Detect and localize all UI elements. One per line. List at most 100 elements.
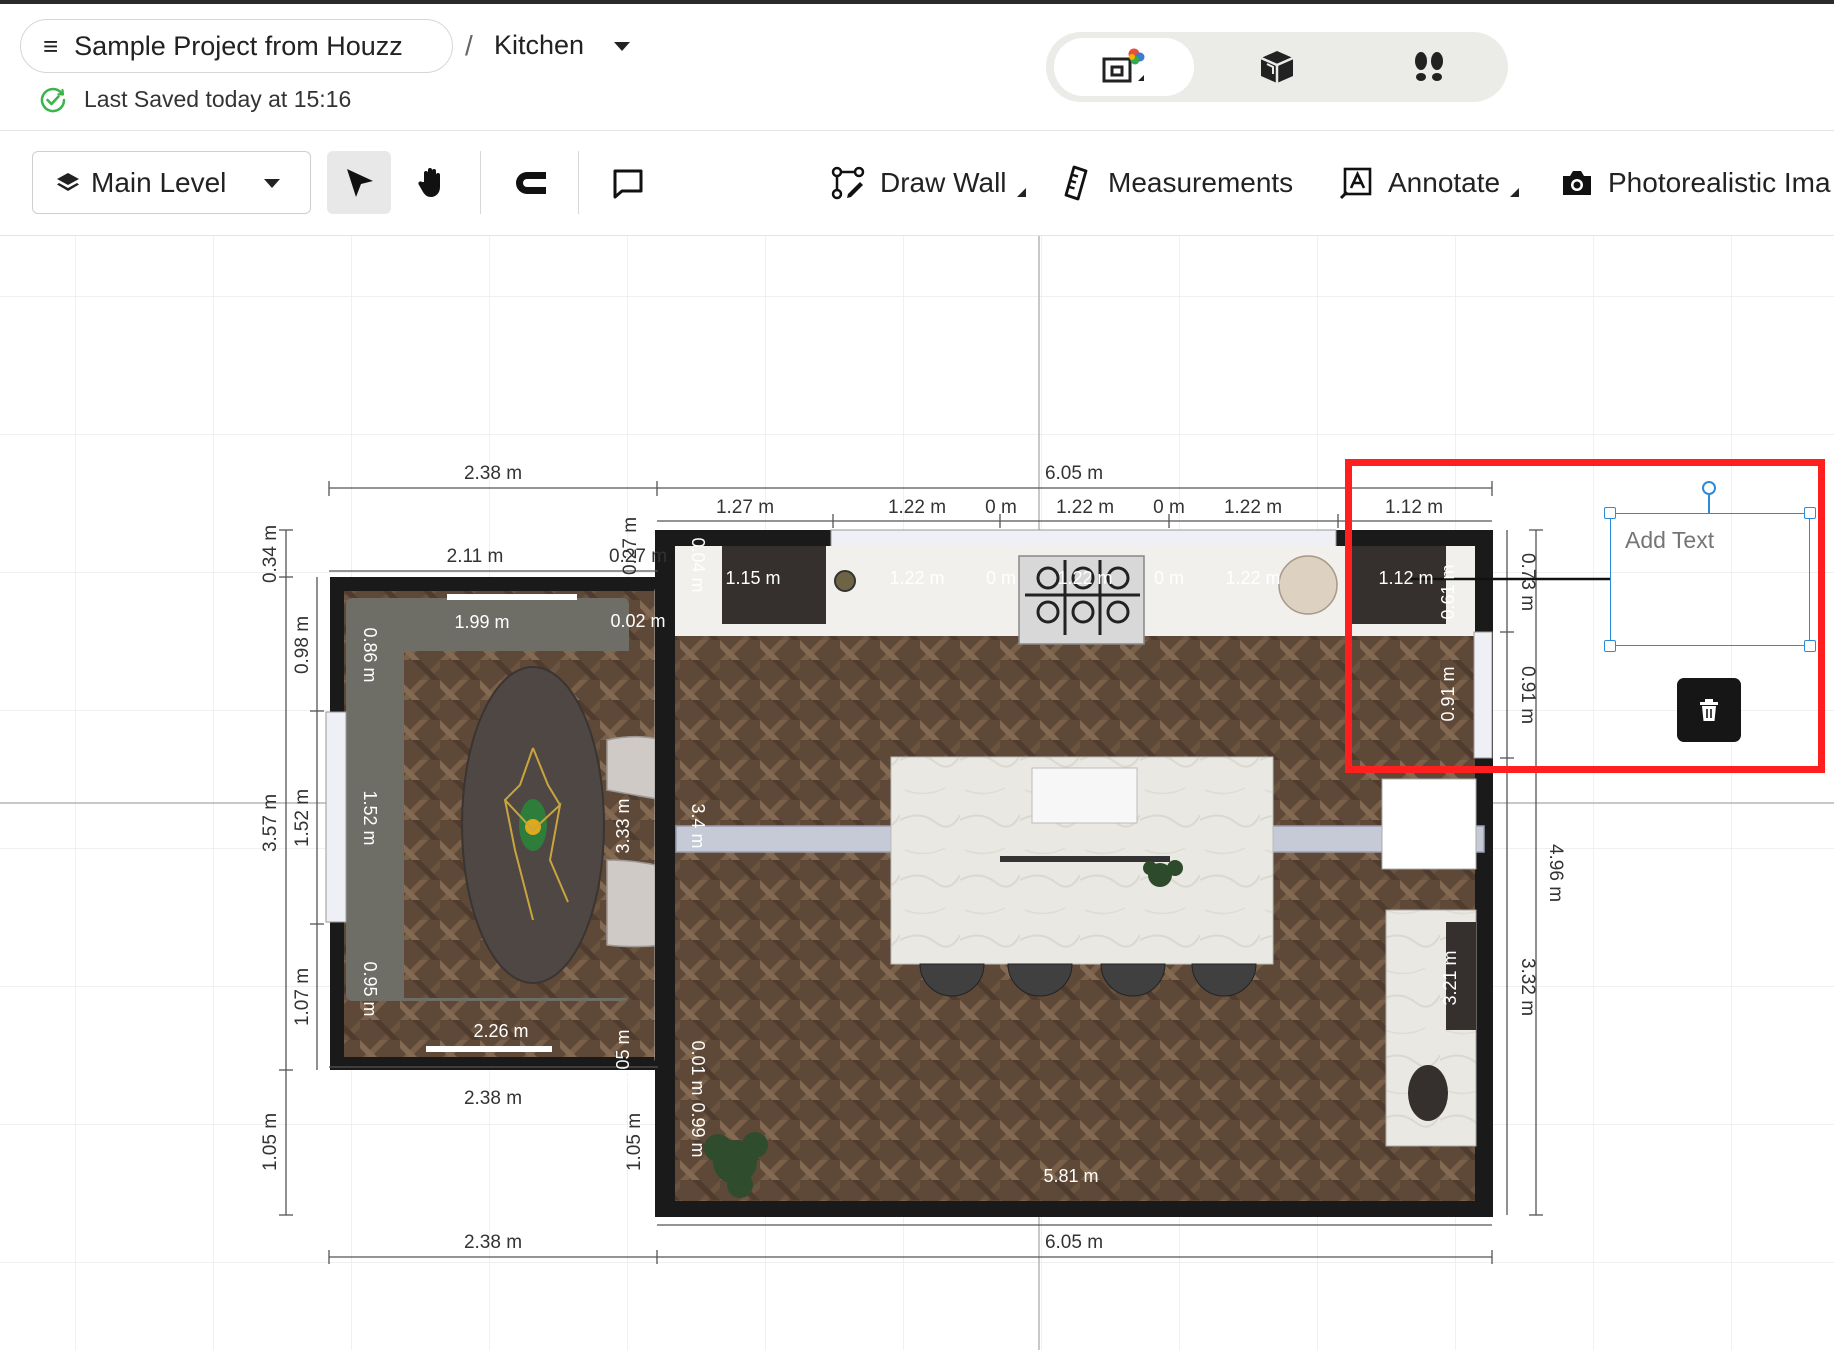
rotation-stem <box>1708 495 1710 513</box>
dimension-label: 0.86 m <box>360 627 380 682</box>
level-selector[interactable]: Main Level <box>32 151 311 214</box>
dimension-label: 1.07 m <box>292 968 313 1026</box>
toolbar-separator <box>578 151 579 214</box>
dimension-label: 3.32 m <box>1517 958 1538 1016</box>
annotate-button[interactable]: Annotate <box>1338 160 1520 206</box>
trash-icon <box>1700 699 1718 721</box>
annotate-text-icon <box>1339 167 1372 200</box>
view-2d-button[interactable] <box>1054 38 1194 96</box>
save-status-text: Last Saved today at 15:16 <box>84 86 352 112</box>
draw-wall-button[interactable]: Draw Wall <box>830 160 1026 206</box>
dimension-label: 2.38 m <box>464 463 522 484</box>
dimension-label: 2.38 m <box>464 1088 522 1109</box>
dimension-label: 0.27 m <box>620 517 641 575</box>
draw-wall-label: Draw Wall <box>880 167 1007 198</box>
dimension-label: 0 m <box>986 568 1016 588</box>
project-name: Sample Project from Houzz <box>74 30 403 61</box>
resize-handle-top-right[interactable] <box>1804 507 1816 519</box>
dimension-label: 1.22 m <box>888 497 946 518</box>
breadcrumb-separator: / <box>465 30 473 61</box>
window-top-edge <box>0 0 1834 4</box>
photorealistic-image-button[interactable]: Photorealistic Ima <box>1560 160 1831 206</box>
save-status: Last Saved today at 15:16 <box>40 86 351 113</box>
floor-plan-canvas[interactable]: 2.38 m 6.05 m 1.27 m 1.22 m 0 m 1.22 m 0… <box>0 236 1834 1350</box>
dimension-label: 1.52 m <box>292 789 313 847</box>
measurements-label: Measurements <box>1108 167 1294 198</box>
dimension-label: 2.38 m <box>464 1232 522 1253</box>
annotate-dropdown-icon <box>1510 187 1520 197</box>
dimension-label: 3.21 m <box>1440 950 1460 1005</box>
dimension-label: 1.22 m <box>889 568 944 588</box>
view-mode-switcher <box>1046 32 1508 102</box>
annotate-label: Annotate <box>1388 167 1501 198</box>
dimension-label: 3.57 m <box>260 794 281 852</box>
hand-icon <box>418 167 440 197</box>
dimension-label: 4.96 m <box>1545 844 1566 902</box>
comment-button[interactable] <box>596 151 660 214</box>
dimension-label: 1.15 m <box>725 568 780 588</box>
dimension-label: 0.02 m <box>610 611 665 631</box>
hamburger-menu-icon: ≡ <box>43 31 59 61</box>
pan-tool-button[interactable] <box>400 151 464 214</box>
camera-icon <box>1563 171 1591 195</box>
comment-bubble-icon <box>613 169 643 198</box>
header-divider <box>0 130 1834 131</box>
dimension-label: 6.05 m <box>1045 463 1103 484</box>
dimension-label: 3.33 m <box>613 798 633 853</box>
resize-handle-bottom-left[interactable] <box>1604 640 1616 652</box>
3d-box-icon <box>1260 51 1294 83</box>
dimension-label: 1.05 m <box>260 1113 281 1171</box>
dimension-label: 3.4 m <box>688 803 708 848</box>
snap-magnet-button[interactable] <box>498 151 562 214</box>
dimension-label: 1.27 m <box>716 497 774 518</box>
dimension-label: 0 m <box>1154 568 1184 588</box>
dimension-label: 1.22 m <box>1224 497 1282 518</box>
delete-annotation-button[interactable] <box>1677 678 1741 742</box>
draw-wall-icon <box>831 166 865 200</box>
saved-check-icon <box>40 87 66 112</box>
dimension-label: 6.05 m <box>1045 1232 1103 1253</box>
dimension-label: 0.05 m <box>613 1029 633 1084</box>
dimension-label: 0 m <box>985 497 1017 518</box>
measurements-button[interactable]: Measurements <box>1062 160 1293 206</box>
footprints-icon <box>1415 52 1443 81</box>
select-tool-button[interactable] <box>327 151 391 214</box>
project-menu-button[interactable]: ≡ Sample Project from Houzz <box>20 19 453 73</box>
resize-handle-bottom-right[interactable] <box>1804 640 1816 652</box>
annotation-text-input[interactable] <box>1623 526 1797 555</box>
dimension-label: 1.22 m <box>1225 568 1280 588</box>
photorealistic-label: Photorealistic Ima <box>1608 167 1831 198</box>
level-chevron-down-icon <box>264 179 280 188</box>
layers-icon <box>57 172 79 191</box>
dimension-label: 0.98 m <box>292 616 313 674</box>
dimension-label: 1.22 m <box>1057 568 1112 588</box>
dimension-label: 0.01 m <box>688 1040 708 1095</box>
floor-plan-drawing: 2.38 m 6.05 m 1.27 m 1.22 m 0 m 1.22 m 0… <box>0 236 1834 1350</box>
dimension-label: 2.11 m <box>447 546 504 567</box>
view-walkthrough-button[interactable] <box>1359 38 1499 96</box>
rotate-handle[interactable] <box>1702 481 1716 495</box>
room-selector[interactable]: Kitchen <box>494 30 584 61</box>
toolbar-separator <box>480 151 481 214</box>
ruler-icon <box>1064 165 1088 201</box>
draw-wall-dropdown-icon <box>1016 187 1026 197</box>
text-annotation-box[interactable] <box>1610 513 1810 646</box>
dimension-label: 5.81 m <box>1043 1166 1098 1186</box>
floor-plan-2d-icon <box>1102 48 1145 83</box>
dimension-label: 0.34 m <box>260 525 281 583</box>
view-3d-button[interactable] <box>1207 38 1347 96</box>
dimension-label: 0.95 m <box>360 961 380 1016</box>
resize-handle-top-left[interactable] <box>1604 507 1616 519</box>
cursor-arrow-icon <box>347 168 373 197</box>
magnet-icon <box>516 171 546 194</box>
dimension-label: 0 m <box>1153 497 1185 518</box>
room-chevron-down-icon[interactable] <box>614 42 630 51</box>
dimension-label: 1.22 m <box>1056 497 1114 518</box>
dimension-label: 2.26 m <box>473 1021 528 1041</box>
level-label: Main Level <box>91 166 227 198</box>
dimension-label: 1.05 m <box>624 1113 645 1171</box>
dimension-label: 1.52 m <box>360 790 380 845</box>
dimension-label: 1.99 m <box>454 612 509 632</box>
dimension-label: 0.99 m <box>688 1102 708 1157</box>
dimension-label: 0.04 m <box>688 537 708 592</box>
